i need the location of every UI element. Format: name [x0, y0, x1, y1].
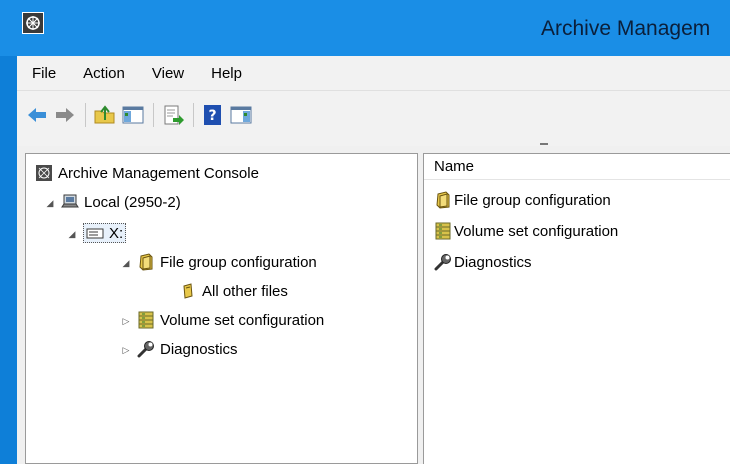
drive-icon: [86, 224, 104, 242]
tree-label-volume-set: Volume set configuration: [160, 311, 325, 329]
menu-file[interactable]: File: [32, 65, 56, 82]
volume-set-icon: [434, 222, 452, 240]
wrench-icon: [434, 253, 452, 271]
tree-node-volume-set[interactable]: Volume set configuration: [137, 309, 324, 331]
tree-expander-diagnostics[interactable]: ▷: [121, 345, 131, 355]
list-item[interactable]: File group configuration: [434, 189, 611, 211]
app-icon[interactable]: [22, 12, 44, 34]
menu-action[interactable]: Action: [83, 65, 125, 82]
forward-icon[interactable]: [53, 103, 77, 127]
tree-label-local: Local (2950-2): [84, 193, 181, 211]
list-item-label: File group configuration: [454, 191, 611, 209]
toolbar-separator: [193, 103, 194, 127]
list-item-label: Diagnostics: [454, 253, 532, 271]
toolbar-separator: [153, 103, 154, 127]
list-pane[interactable]: Name File group configuration Volume set…: [423, 153, 730, 464]
file-group-icon: [434, 191, 452, 209]
computer-icon: [61, 193, 79, 211]
show-hide-tree-icon[interactable]: [121, 103, 145, 127]
tree-label-all-other-files: All other files: [202, 282, 288, 300]
show-hide-action-pane-icon[interactable]: [229, 103, 253, 127]
menu-bar: File Action View Help: [17, 56, 730, 90]
file-group-icon: [179, 282, 197, 300]
tree-label-drive: X:: [109, 224, 124, 242]
back-icon[interactable]: [25, 103, 49, 127]
toolbar-separator: [85, 103, 86, 127]
tree-expander-drive[interactable]: ◢: [67, 229, 77, 239]
tree-selection: X:: [83, 223, 127, 243]
tree-node-local[interactable]: Local (2950-2): [61, 191, 181, 213]
tree-label-root: Archive Management Console: [58, 164, 259, 182]
volume-set-icon: [137, 311, 155, 329]
title-bar[interactable]: Archive Managem: [0, 0, 730, 56]
tree-expander-file-group[interactable]: ◢: [121, 258, 131, 268]
tree-label-file-group: File group configuration: [160, 253, 317, 271]
column-header-label: Name: [434, 158, 475, 175]
tree-node-root[interactable]: Archive Management Console: [35, 162, 259, 184]
list-item-label: Volume set configuration: [454, 222, 619, 240]
svg-text:?: ?: [208, 108, 216, 124]
wrench-icon: [137, 340, 155, 358]
tree-expander-volume-set[interactable]: ▷: [121, 316, 131, 326]
tree-expander-local[interactable]: ◢: [45, 198, 55, 208]
list-item[interactable]: Volume set configuration: [434, 220, 618, 242]
tree-node-all-other-files[interactable]: All other files: [179, 280, 288, 302]
column-header-name[interactable]: Name: [424, 154, 730, 180]
tree-pane[interactable]: Archive Management Console ◢ Local (2950…: [25, 153, 418, 464]
export-list-icon[interactable]: [161, 103, 185, 127]
window-title: Archive Managem: [541, 17, 711, 40]
up-folder-icon[interactable]: [93, 103, 117, 127]
tree-node-drive[interactable]: X:: [83, 222, 127, 244]
pane-splitter-grip[interactable]: [540, 143, 548, 145]
tree-node-file-group[interactable]: File group configuration: [137, 251, 317, 273]
menu-help[interactable]: Help: [211, 65, 242, 82]
tree-label-diagnostics: Diagnostics: [160, 340, 238, 358]
toolbar: ?: [17, 90, 730, 146]
list-item[interactable]: Diagnostics: [434, 251, 532, 273]
tree-node-diagnostics[interactable]: Diagnostics: [137, 338, 238, 360]
file-group-icon: [137, 253, 155, 271]
console-icon: [35, 164, 53, 182]
console-content: Archive Management Console ◢ Local (2950…: [17, 146, 730, 464]
help-icon[interactable]: ?: [201, 103, 225, 127]
menu-view[interactable]: View: [152, 65, 184, 82]
